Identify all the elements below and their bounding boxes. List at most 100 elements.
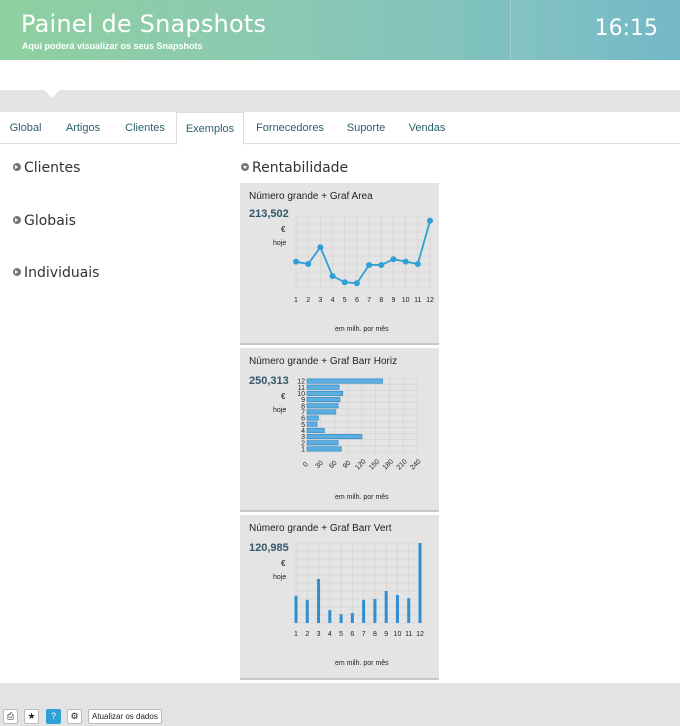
chevron-right-icon bbox=[13, 163, 21, 171]
gear-icon: ⚙ bbox=[70, 711, 79, 721]
x-tick-label: 180 bbox=[382, 458, 395, 471]
x-tick-label: 3 bbox=[317, 631, 321, 638]
x-tick-label: 10 bbox=[402, 297, 410, 304]
currency-label: € bbox=[281, 559, 286, 568]
section-individuais[interactable]: Individuais bbox=[13, 265, 99, 281]
data-point bbox=[341, 279, 348, 286]
y-tick-label: 2 bbox=[301, 440, 305, 447]
bar bbox=[306, 390, 344, 396]
data-point bbox=[353, 280, 360, 287]
help-icon: ? bbox=[50, 711, 56, 721]
period-label: hoje bbox=[273, 574, 287, 581]
units-label: em milh. por mês bbox=[335, 326, 389, 333]
tab-bar: Global Artigos Clientes Exemplos Fornece… bbox=[0, 112, 680, 145]
data-point bbox=[317, 244, 324, 251]
data-point bbox=[402, 258, 409, 265]
refresh-data-button[interactable]: Atualizar os dados bbox=[88, 709, 162, 724]
x-tick-label: 2 bbox=[305, 631, 309, 638]
print-button[interactable]: ⎙ bbox=[3, 709, 18, 724]
x-tick-label: 11 bbox=[405, 631, 412, 638]
tab-artigos[interactable]: Artigos bbox=[52, 112, 114, 144]
bar bbox=[306, 427, 325, 433]
nav-band bbox=[0, 90, 680, 112]
bar bbox=[395, 595, 399, 623]
x-tick-label: 6 bbox=[350, 631, 354, 638]
snapshot-card-hbar[interactable]: 1 2 3 4 5 6 7 8 9 10 11 12 0 30 60 90 120 150 180 210 240 Nú… bbox=[240, 348, 439, 512]
y-tick-label: 10 bbox=[297, 391, 305, 398]
y-tick-label: 1 bbox=[301, 446, 305, 453]
section-label: Rentabilidade bbox=[252, 160, 349, 176]
bar bbox=[305, 599, 309, 623]
x-tick-label: 9 bbox=[392, 297, 396, 304]
y-tick-label: 9 bbox=[301, 397, 305, 404]
tab-clientes[interactable]: Clientes bbox=[114, 112, 176, 144]
big-number: 120,985 bbox=[249, 542, 289, 554]
data-point bbox=[366, 261, 373, 268]
snapshot-card-area[interactable]: 1 2 3 4 5 6 7 8 9 10 11 12 Número grande + Graf Are… bbox=[240, 183, 439, 345]
section-label: Globais bbox=[24, 213, 76, 229]
page-subtitle: Aqui poderá visualizar os seus Snapshots bbox=[22, 41, 203, 51]
data-point bbox=[329, 273, 336, 279]
tab-exemplos[interactable]: Exemplos bbox=[176, 112, 244, 145]
x-tick-label: 3 bbox=[318, 297, 322, 304]
bar bbox=[350, 613, 354, 623]
bar bbox=[373, 599, 377, 623]
data-point bbox=[414, 261, 421, 267]
snapshot-card-vbar[interactable]: 1 2 3 4 5 6 7 8 9 10 11 12 Número grande + Graf Bar… bbox=[240, 515, 439, 680]
tab-suporte[interactable]: Suporte bbox=[334, 112, 398, 144]
nav-notch bbox=[44, 90, 60, 98]
data-point bbox=[427, 217, 433, 224]
bar bbox=[294, 595, 298, 623]
data-point bbox=[293, 258, 299, 265]
x-tick-label: 11 bbox=[414, 297, 421, 304]
data-point bbox=[378, 261, 385, 268]
print-icon: ⎙ bbox=[6, 711, 15, 721]
x-tick-label: 90 bbox=[342, 460, 353, 471]
bar bbox=[384, 591, 388, 623]
section-rentabilidade[interactable]: Rentabilidade bbox=[241, 160, 348, 176]
tab-global[interactable]: Global bbox=[0, 112, 51, 144]
card-title: Número grande + Graf Barr Horiz bbox=[249, 356, 398, 367]
favorite-button[interactable]: ★ bbox=[24, 709, 39, 724]
y-tick-label: 5 bbox=[301, 422, 305, 429]
units-label: em milh. por mês bbox=[335, 660, 389, 667]
bar bbox=[306, 434, 363, 440]
x-tick-label: 4 bbox=[331, 297, 335, 304]
x-tick-label: 12 bbox=[416, 631, 424, 638]
y-tick-label: 7 bbox=[301, 409, 305, 416]
x-tick-label: 5 bbox=[339, 631, 343, 638]
x-tick-label: 1 bbox=[294, 297, 298, 304]
section-globais[interactable]: Globais bbox=[13, 213, 76, 229]
clock: 16:15 bbox=[594, 16, 658, 41]
y-tick-label: 4 bbox=[301, 428, 305, 435]
x-tick-label: 1 bbox=[294, 631, 298, 638]
x-tick-label: 2 bbox=[306, 297, 310, 304]
x-tick-label: 5 bbox=[343, 297, 347, 304]
x-tick-label: 9 bbox=[384, 631, 388, 638]
period-label: hoje bbox=[273, 407, 287, 414]
bar bbox=[306, 409, 337, 415]
tab-vendas[interactable]: Vendas bbox=[398, 112, 456, 144]
tab-fornecedores[interactable]: Fornecedores bbox=[246, 112, 334, 144]
help-button[interactable]: ? bbox=[46, 709, 61, 724]
settings-button[interactable]: ⚙ bbox=[67, 709, 82, 724]
period-label: hoje bbox=[273, 240, 287, 247]
data-point bbox=[390, 256, 397, 263]
x-tick-label: 8 bbox=[373, 631, 377, 638]
section-clientes[interactable]: Clientes bbox=[13, 160, 80, 176]
x-tick-label: 12 bbox=[426, 297, 434, 304]
bar bbox=[306, 446, 342, 452]
card-title: Número grande + Graf Area bbox=[249, 191, 373, 202]
units-label: em milh. por mês bbox=[335, 494, 389, 501]
currency-label: € bbox=[281, 225, 286, 234]
star-icon: ★ bbox=[27, 711, 36, 721]
y-tick-label: 3 bbox=[301, 434, 305, 441]
x-tick-label: 60 bbox=[328, 460, 339, 471]
bar bbox=[362, 599, 366, 623]
header-spacer bbox=[0, 60, 680, 90]
x-tick-label: 0 bbox=[302, 461, 310, 469]
y-tick-label: 6 bbox=[301, 416, 305, 423]
x-tick-label: 7 bbox=[362, 631, 366, 638]
y-tick-label: 8 bbox=[301, 403, 305, 410]
chevron-down-icon bbox=[241, 163, 249, 171]
